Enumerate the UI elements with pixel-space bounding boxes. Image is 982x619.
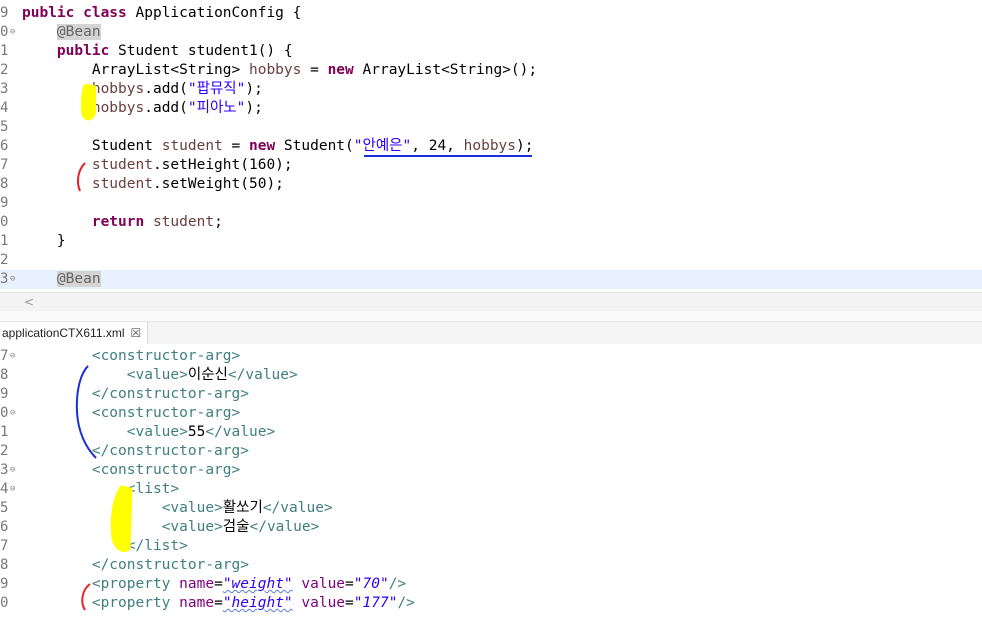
xml-editor[interactable]: 7 ⊖ <constructor-arg> 8 <value>이순신</value>…	[0, 344, 982, 619]
xml-code-line[interactable]: 1 <value>55</value>	[0, 423, 982, 442]
java-code-line[interactable]: 5	[0, 118, 982, 137]
java-code-line[interactable]: 2	[0, 251, 982, 270]
code-text: <value>이순신</value>	[126, 367, 298, 383]
code-text: </constructor-arg>	[91, 443, 249, 459]
code-text: public class ApplicationConfig {	[22, 5, 302, 21]
line-number: 3	[0, 81, 9, 97]
line-number: 1	[0, 424, 9, 440]
fold-toggle-icon[interactable]: ⊖	[10, 270, 15, 289]
xml-code-line[interactable]: 0 <property name="height" value="177"/>	[0, 594, 982, 613]
java-code-line[interactable]: 3 hobbys.add("팝뮤직");	[0, 80, 982, 99]
code-text: }	[22, 233, 66, 249]
pane-separator	[0, 311, 982, 321]
xml-code-line[interactable]: 7 ⊖ <constructor-arg>	[0, 347, 982, 366]
java-code-line[interactable]: 1 }	[0, 232, 982, 251]
xml-code-line[interactable]: 4 ⊖ <list>	[0, 480, 982, 499]
xml-code-line[interactable]: 9 <property name="weight" value="70"/>	[0, 575, 982, 594]
line-number: 9	[0, 195, 9, 211]
line-number: 7	[0, 157, 9, 173]
xml-code-line[interactable]: 8 <value>이순신</value>	[0, 366, 982, 385]
line-number: 9	[0, 576, 9, 592]
java-code-line[interactable]: 0 return student;	[0, 213, 982, 232]
xml-code-line[interactable]: 5 <value>활쏘기</value>	[0, 499, 982, 518]
code-text: <constructor-arg>	[91, 348, 241, 364]
code-text: <property name="weight" value="70"/>	[91, 576, 407, 592]
code-text: @Bean	[56, 271, 101, 287]
code-text: </constructor-arg>	[91, 386, 249, 402]
fold-toggle-icon[interactable]: ⊖	[10, 404, 15, 423]
tab-label: applicationCTX611.xml	[2, 326, 125, 340]
line-number: 4	[0, 100, 9, 116]
xml-code-line[interactable]: 8 </constructor-arg>	[0, 556, 982, 575]
java-code-line[interactable]: 4 hobbys.add("피아노");	[0, 99, 982, 118]
java-code-line[interactable]: 9 public class ApplicationConfig {	[0, 4, 982, 23]
code-text: <value>55</value>	[126, 424, 276, 440]
close-icon[interactable]: ☒	[131, 322, 142, 344]
xml-code-line[interactable]: 6 <value>검술</value>	[0, 518, 982, 537]
java-code-line[interactable]: 7 student.setHeight(160);	[0, 156, 982, 175]
xml-code-line[interactable]: 9 </constructor-arg>	[0, 385, 982, 404]
java-code-line[interactable]: 6 Student student = new Student("안예은", 2…	[0, 137, 982, 156]
code-text: @Bean	[56, 24, 101, 40]
line-number: 7	[0, 538, 9, 554]
java-code-line[interactable]: 8 student.setWeight(50);	[0, 175, 982, 194]
fold-toggle-icon[interactable]: ⊖	[10, 461, 15, 480]
line-number: 2	[0, 252, 9, 268]
code-text: hobbys.add("팝뮤직");	[91, 81, 263, 97]
line-number: 8	[0, 557, 9, 573]
line-number: 5	[0, 500, 9, 516]
horizontal-scrollbar[interactable]: <	[0, 292, 982, 311]
line-number: 1	[0, 43, 9, 59]
line-number: 2	[0, 62, 9, 78]
code-text: ArrayList<String> hobbys = new ArrayList…	[22, 62, 538, 78]
code-text: <constructor-arg>	[91, 405, 241, 421]
code-text: Student student = new Student("안예은", 24,…	[22, 138, 534, 154]
line-number: 5	[0, 119, 9, 135]
scroll-left-icon[interactable]: <	[24, 293, 34, 311]
code-text: <value>활쏘기</value>	[161, 500, 333, 516]
code-text: return student;	[91, 214, 223, 230]
java-code-line[interactable]: 3 ⊖ @Bean	[0, 270, 982, 289]
xml-code-line[interactable]: 2 </constructor-arg>	[0, 442, 982, 461]
line-number: 6	[0, 519, 9, 535]
line-number: 9	[0, 386, 9, 402]
tab-application-ctx-xml[interactable]: applicationCTX611.xml ☒	[0, 322, 149, 344]
line-number: 0	[0, 595, 9, 611]
code-text: </constructor-arg>	[91, 557, 249, 573]
xml-code-line[interactable]: 3 ⊖ <constructor-arg>	[0, 461, 982, 480]
editor-tab-bar: applicationCTX611.xml ☒	[0, 321, 982, 345]
line-number: 9	[0, 5, 9, 21]
fold-toggle-icon[interactable]: ⊖	[10, 347, 15, 366]
code-text: public Student student1() {	[56, 43, 293, 59]
java-code-line[interactable]: 9	[0, 194, 982, 213]
code-text: </list>	[126, 538, 188, 554]
code-text: <constructor-arg>	[91, 462, 241, 478]
xml-code-line[interactable]: 7 </list>	[0, 537, 982, 556]
java-code-line[interactable]: 1 public Student student1() {	[0, 42, 982, 61]
java-code-line[interactable]: 0 ⊖ @Bean	[0, 23, 982, 42]
code-text: hobbys.add("피아노");	[91, 100, 263, 116]
code-text: <property name="height" value="177"/>	[91, 595, 415, 611]
code-text: <list>	[126, 481, 180, 497]
line-number: 8	[0, 176, 9, 192]
line-number: 1	[0, 233, 9, 249]
fold-toggle-icon[interactable]: ⊖	[10, 480, 15, 499]
code-text: student.setHeight(160);	[91, 157, 293, 173]
line-number: 2	[0, 443, 9, 459]
code-text: student.setWeight(50);	[91, 176, 284, 192]
fold-toggle-icon[interactable]: ⊖	[10, 23, 15, 42]
xml-code-line[interactable]: 0 ⊖ <constructor-arg>	[0, 404, 982, 423]
java-editor[interactable]: 9 public class ApplicationConfig {0 ⊖ @Bea…	[0, 0, 982, 292]
line-number: 8	[0, 367, 9, 383]
line-number: 0	[0, 214, 9, 230]
line-number: 6	[0, 138, 9, 154]
java-code-line[interactable]: 2 ArrayList<String> hobbys = new ArrayLi…	[0, 61, 982, 80]
code-text: <value>검술</value>	[161, 519, 320, 535]
